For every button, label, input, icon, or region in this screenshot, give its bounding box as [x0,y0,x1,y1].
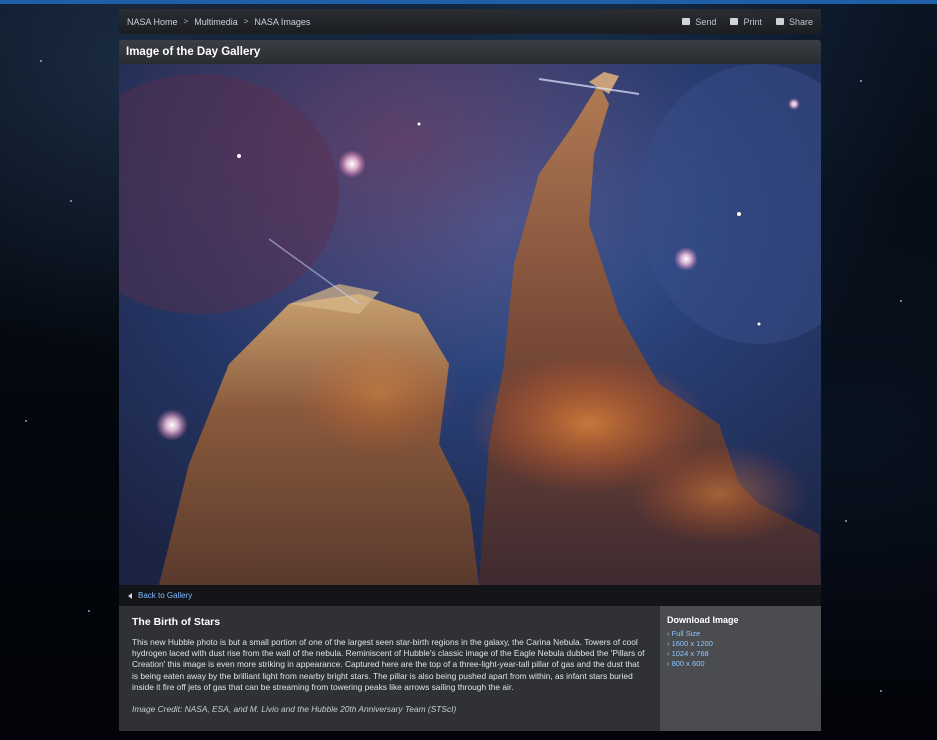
article-title: The Birth of Stars [132,616,221,628]
breadcrumb: NASA Home > Multimedia > NASA Images [127,17,310,27]
download-panel: Download Image › Full Size › 1600 x 1200… [660,606,821,731]
background-star [40,60,42,62]
download-1600-link[interactable]: › 1600 x 1200 [667,639,814,649]
content-area: The Birth of Stars This new Hubble photo… [119,606,821,731]
image-credit: Image Credit: NASA, ESA, and M. Livio an… [132,704,457,715]
gallery-title: Image of the Day Gallery [119,40,821,64]
top-nav-bar: NASA Home > Multimedia > NASA Images Sen… [119,9,821,34]
back-to-gallery-label: Back to Gallery [138,591,193,600]
back-to-gallery-link[interactable]: Back to Gallery [119,585,821,606]
background-star [880,690,882,692]
featured-image[interactable] [119,64,821,585]
back-arrow-icon [128,592,132,599]
share-button[interactable]: Share [775,16,813,27]
breadcrumb-nasa-home[interactable]: NASA Home [127,17,178,27]
background-star [860,80,862,82]
background-star [845,520,847,522]
download-full-size-link[interactable]: › Full Size [667,629,814,639]
background-star [70,200,72,202]
send-button[interactable]: Send [682,17,716,27]
breadcrumb-separator: > [183,17,189,26]
background-star [900,300,902,302]
download-1024-link[interactable]: › 1024 x 768 [667,649,814,659]
print-label: Print [743,16,762,27]
breadcrumb-nasa-images[interactable]: NASA Images [254,17,310,27]
breadcrumb-separator: > [243,17,249,26]
article-panel: The Birth of Stars This new Hubble photo… [119,606,660,731]
breadcrumb-multimedia[interactable]: Multimedia [194,17,238,27]
share-icon [775,18,784,25]
background-star [25,420,27,422]
article-body: This new Hubble photo is but a small por… [132,637,645,692]
envelope-icon [682,18,691,25]
download-800-link[interactable]: › 800 x 600 [667,659,814,669]
download-title: Download Image [667,615,739,625]
send-label: Send [695,16,717,27]
share-label: Share [788,16,813,27]
background-star [88,610,90,612]
nebula-image [119,64,821,585]
print-button[interactable]: Print [730,17,762,27]
page-container: NASA Home > Multimedia > NASA Images Sen… [119,9,821,731]
page-actions: Send Print Share [682,17,813,27]
printer-icon [730,18,739,25]
browser-top-edge [0,0,937,4]
